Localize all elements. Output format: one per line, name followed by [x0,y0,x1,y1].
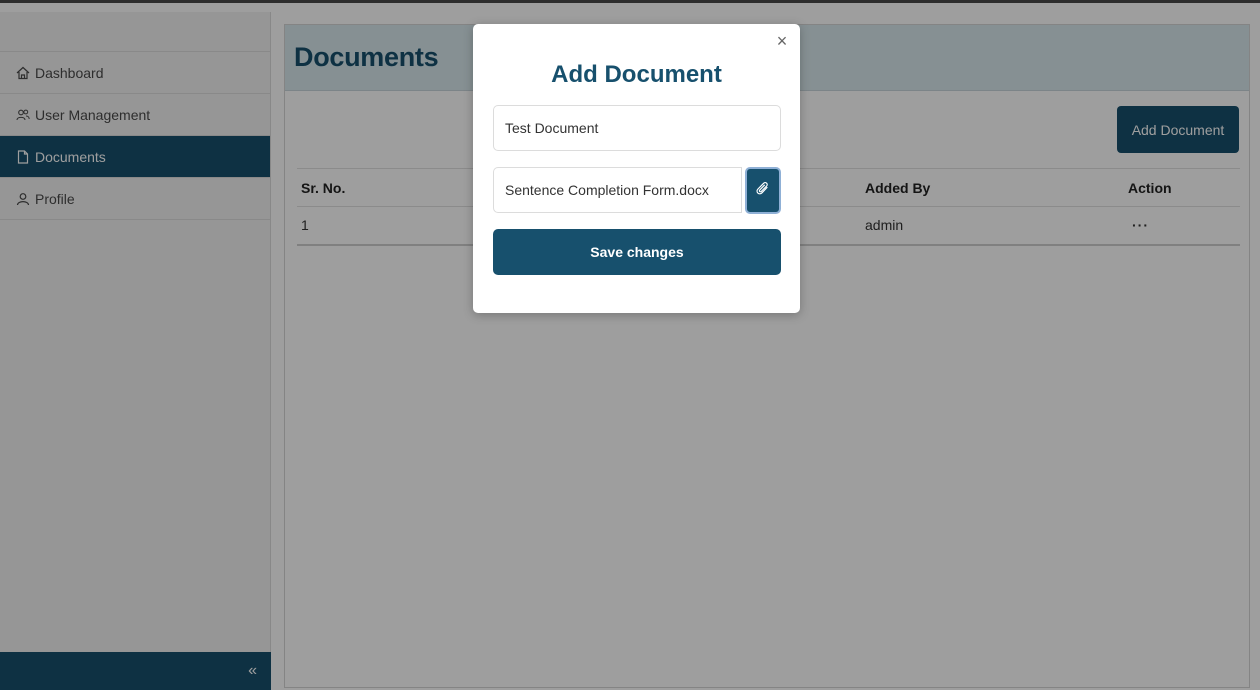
close-icon[interactable]: × [773,32,791,50]
save-changes-button[interactable]: Save changes [493,229,781,275]
paperclip-icon [756,181,770,200]
modal-title: Add Document [551,61,722,88]
attach-file-button[interactable] [745,167,781,214]
add-document-modal: × Add Document Save changes [473,24,800,313]
file-name-field[interactable] [493,167,742,213]
document-name-input[interactable] [493,105,781,151]
